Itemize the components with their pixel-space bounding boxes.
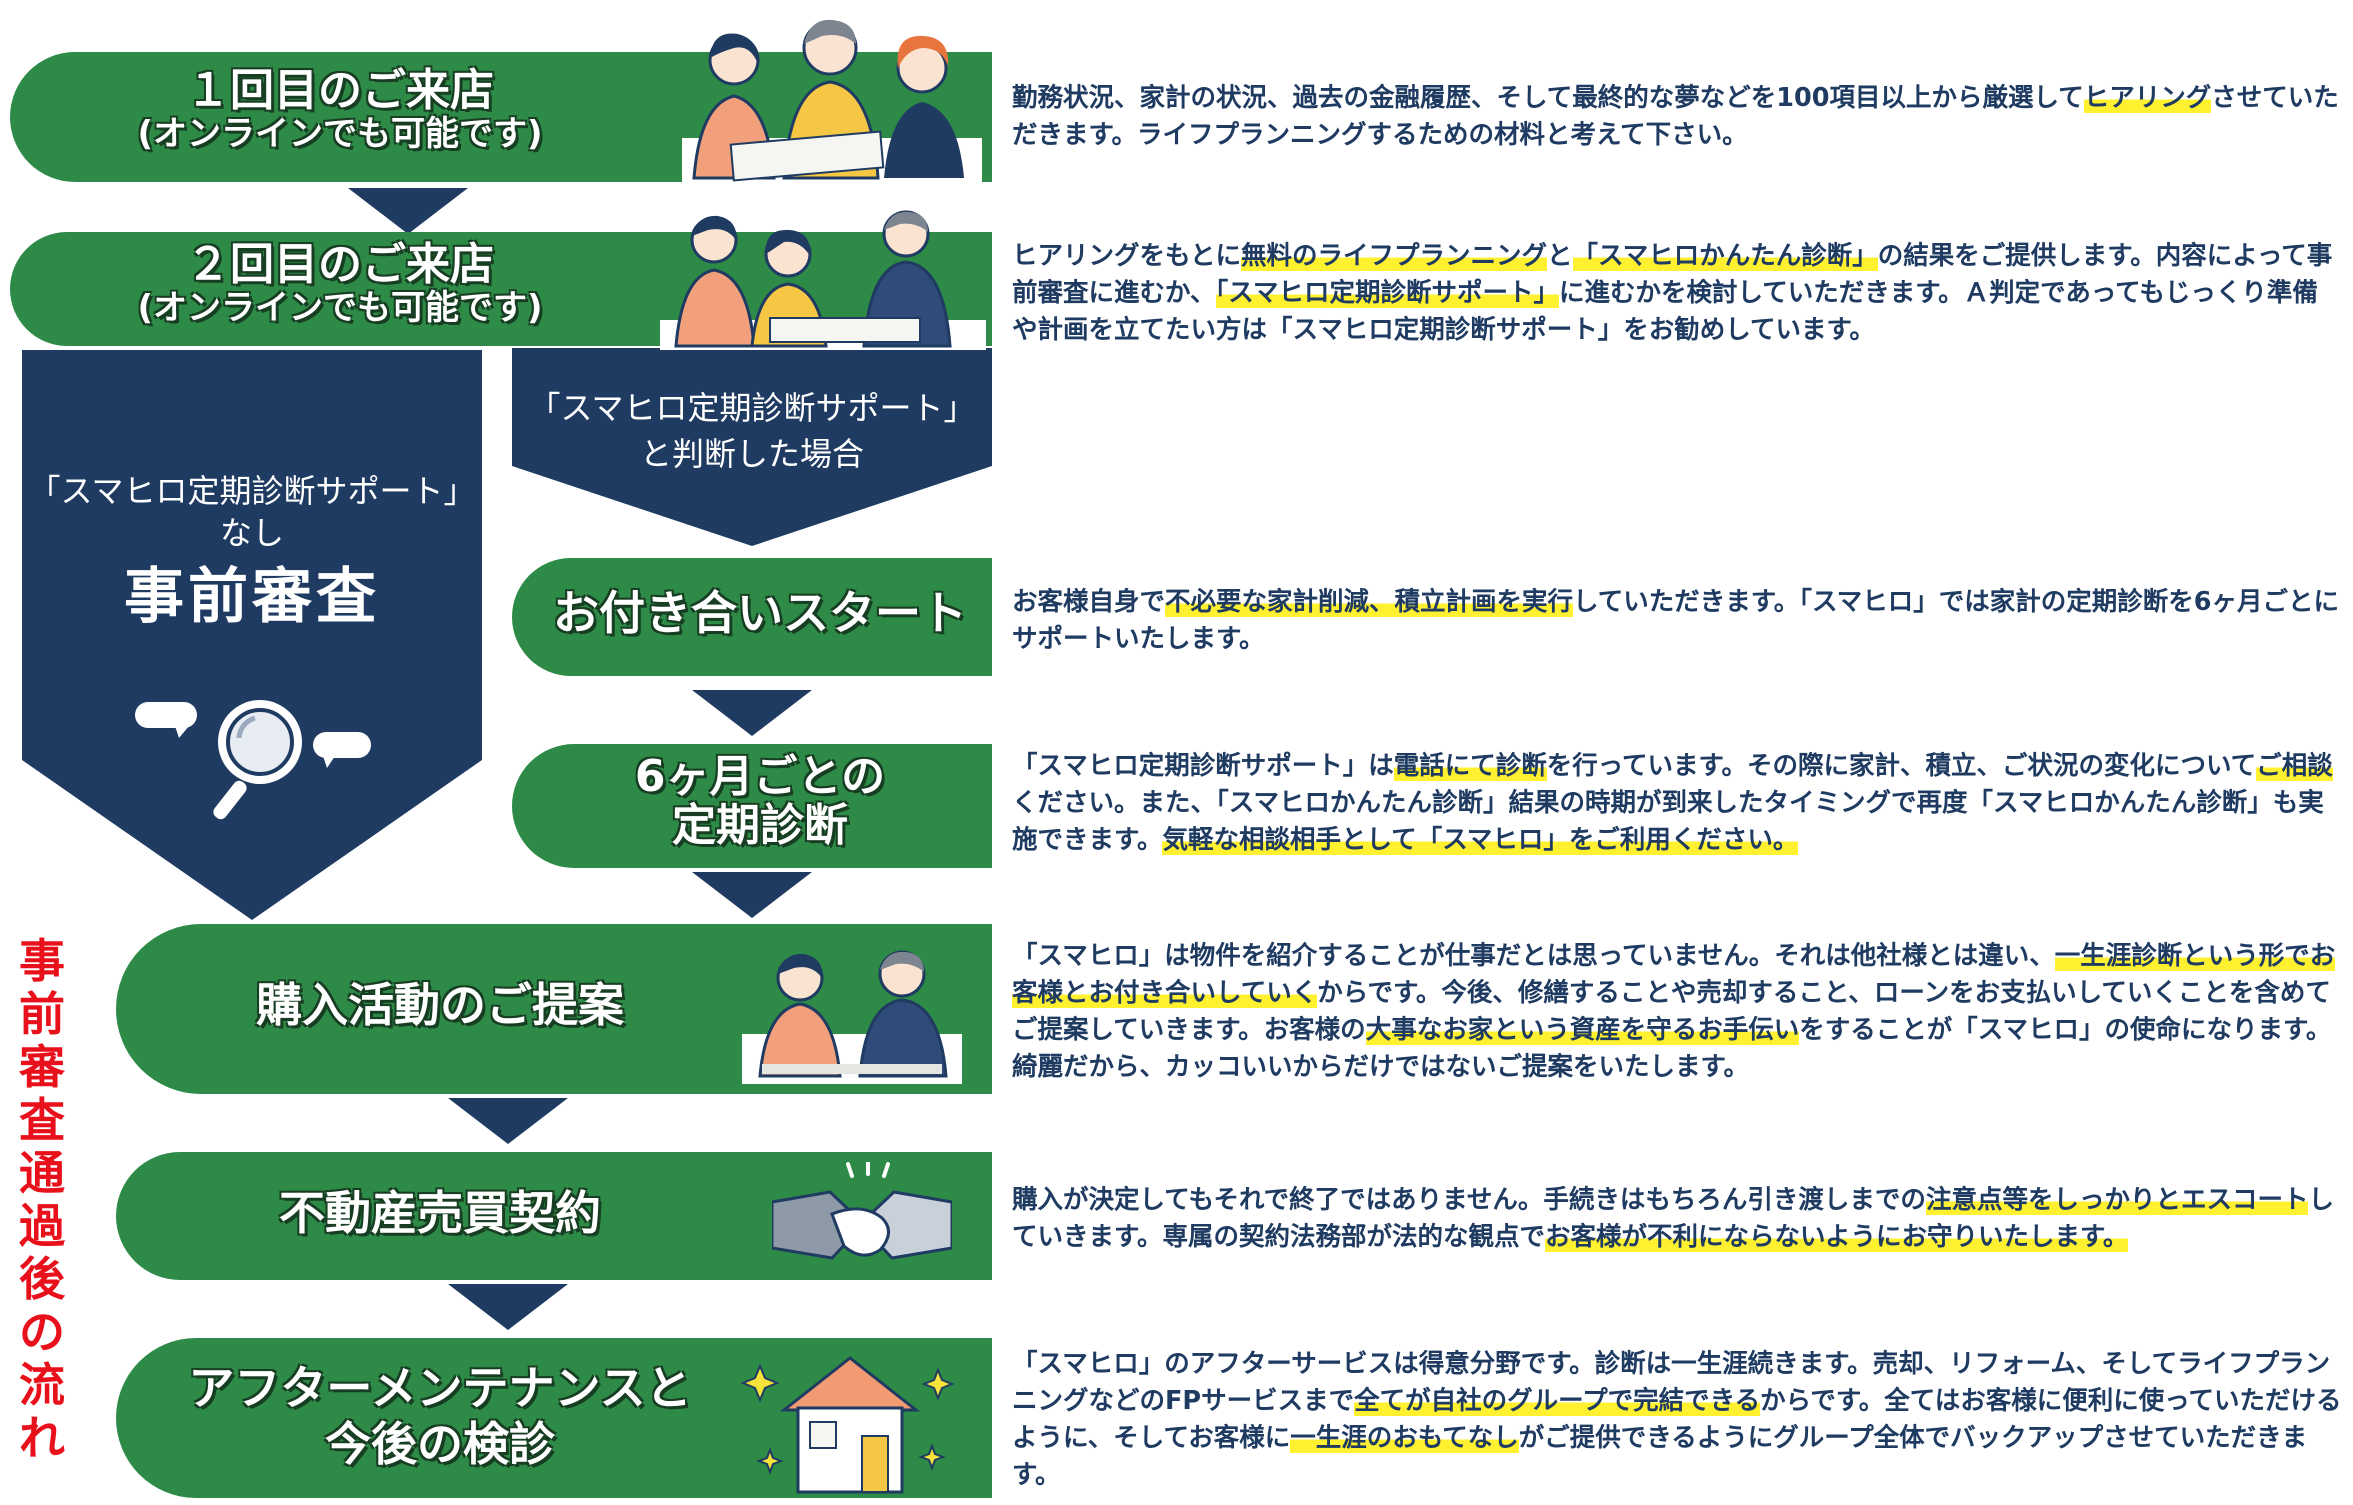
meeting-consultation-icon [660,210,986,350]
desc-highlight: 気軽な相談相手として「スマヒロ」をご利用ください。 [1162,825,1799,855]
side-title-char: 事 [19,934,65,988]
step-checkup-label: 6ヶ月ごとの 定期診断 [540,752,980,851]
meeting-three-people-icon [682,19,982,182]
arrow-down-4 [448,1098,568,1144]
desc-highlight: お客様が不利にならないようにお守りいたします。 [1544,1222,2129,1252]
desc-text: と [1547,241,1573,271]
step-second-visit-line1: ２回目のご来店 [186,239,494,290]
side-title-char: 流 [19,1358,65,1412]
step-second-visit-label: ２回目のご来店 (オンラインでも可能です) [60,239,620,329]
desc-highlight: 「スマヒロ定期診断サポート」 [1215,278,1559,308]
desc-highlight: 大事なお家という資産を守るお手伝い [1365,1015,1800,1045]
side-title-char: れ [19,1411,65,1465]
step-second-visit-line2: (オンラインでも可能です) [137,288,543,329]
step-after-line1: アフターメンテナンスと [188,1361,692,1415]
side-title-char: 後 [19,1252,65,1306]
desc-text: を行っています。その際に家計、積立、ご状況の変化について [1546,751,2257,781]
step-first-visit-line2: (オンラインでも可能です) [137,114,543,155]
handshake-icon [772,1162,952,1260]
desc-highlight: 注意点等をしっかりとエスコート [1925,1185,2309,1215]
step-after-line2: 今後の検診 [325,1417,555,1471]
side-title-char: 審 [19,1040,65,1094]
pre-screening-line1: 「スマヒロ定期診断サポート」 [28,472,476,510]
support-branch-line2: と判断した場合 [639,435,864,473]
step-after-label: アフターメンテナンスと 今後の検診 [150,1360,730,1472]
description-contract: 購入が決定してもそれで終了ではありません。手続きはもちろん引き渡しまでの注意点等… [1012,1182,2342,1256]
step-start-label: お付き合いスタート [553,586,967,640]
arrow-down-2 [692,690,812,736]
desc-text: 勤務状況、家計の状況、過去の金融履歴、そして最終的な夢などを100項目以上から厳… [1012,83,2084,113]
step-purchase-label: 購入活動のご提案 [256,978,624,1032]
side-title-char: 査 [19,1093,65,1147]
house-sparkle-icon [740,1356,955,1494]
step-first-visit-label: １回目のご来店 (オンラインでも可能です) [60,65,620,155]
desc-text: 「スマヒロ」は物件を紹介することが仕事だとは思っていません。それは他社様とは違い… [1012,941,2055,971]
description-purchase: 「スマヒロ」は物件を紹介することが仕事だとは思っていません。それは他社様とは違い… [1012,938,2342,1086]
side-title-char: 過 [19,1199,65,1253]
description-first-visit: 勤務状況、家計の状況、過去の金融履歴、そして最終的な夢などを100項目以上から厳… [1012,80,2342,154]
description-start: お客様自身で不必要な家計削減、積立計画を実行していただきます。「スマヒロ」では家… [1012,584,2342,658]
description-checkup: 「スマヒロ定期診断サポート」は電話にて診断を行っています。その際に家計、積立、ご… [1012,748,2342,859]
support-branch-line1: 「スマヒロ定期診断サポート」 [528,389,976,427]
pre-screening-line2: なし [219,514,284,552]
desc-highlight: 一生涯のおもてなし [1290,1423,1519,1453]
step-checkup-line2: 定期診断 [672,800,848,852]
desc-text: 購入が決定してもそれで終了ではありません。手続きはもちろん引き渡しまでの [1012,1185,1926,1215]
desc-highlight: 全てが自社のグループで完結できる [1354,1386,1761,1416]
desc-highlight: ヒアリング [2083,83,2212,113]
arrow-down-3 [692,872,812,918]
desc-text: 「スマヒロ定期診断サポート」は [1012,751,1394,781]
desc-text: お客様自身で [1012,587,1166,617]
pre-screening-block: 「スマヒロ定期診断サポート」 なし 事前審査 [22,470,482,640]
desc-text: ヒアリングをもとに [1012,241,1241,271]
desc-highlight: 不必要な家計削減、積立計画を実行 [1165,587,1574,617]
magnifier-icon [135,700,371,820]
side-title-char: の [19,1305,65,1359]
side-title-vertical: 事 前 審 査 通 過 後 の 流 れ [12,935,72,1465]
step-first-visit-line1: １回目のご来店 [186,65,494,116]
desc-highlight: 「スマヒロかんたん診断」 [1572,241,1878,271]
desc-highlight: 電話にて診断 [1393,751,1547,781]
arrow-down-5 [448,1284,568,1330]
side-title-char: 通 [19,1146,65,1200]
description-second-visit: ヒアリングをもとに無料のライフプランニングと「スマヒロかんたん診断」の結果をご提… [1012,238,2342,349]
support-branch-text: 「スマヒロ定期診断サポート」 と判断した場合 [512,385,992,477]
pre-screening-title: 事前審査 [124,562,380,632]
arrow-down-1 [348,188,468,234]
step-contract-label: 不動産売買契約 [279,1186,601,1240]
step-checkup-line1: 6ヶ月ごとの [634,751,886,802]
consultant-meeting-icon [742,950,962,1084]
description-after: 「スマヒロ」のアフターサービスは得意分野です。診断は一生涯続きます。売却、リフォ… [1012,1346,2342,1494]
desc-highlight: ご相談 [2256,751,2333,781]
desc-highlight: 無料のライフプランニング [1241,241,1548,271]
side-title-char: 前 [19,987,65,1041]
